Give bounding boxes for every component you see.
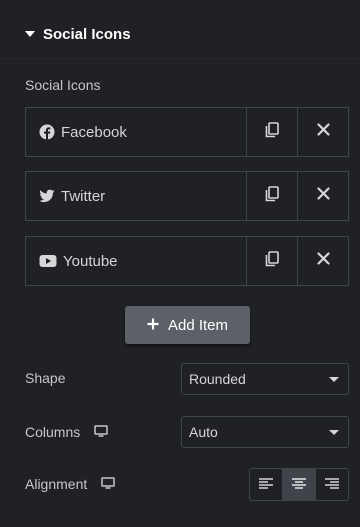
repeater-item-label: Twitter xyxy=(61,187,106,205)
section-toggle-social-icons[interactable]: Social Icons xyxy=(25,24,131,44)
shape-label: Shape xyxy=(25,370,66,386)
close-icon xyxy=(316,123,330,141)
repeater-item-youtube: Youtube xyxy=(25,236,349,286)
copy-icon xyxy=(265,185,279,207)
add-item-button[interactable]: Add Item xyxy=(125,306,250,344)
close-icon xyxy=(316,252,330,270)
columns-label-row: Columns xyxy=(25,424,108,440)
columns-select[interactable]: Auto xyxy=(181,416,349,448)
remove-button[interactable] xyxy=(297,237,348,285)
repeater-item-label: Youtube xyxy=(63,252,118,270)
remove-button[interactable] xyxy=(297,108,348,156)
chevron-down-icon xyxy=(329,430,339,435)
align-center-icon xyxy=(292,476,306,494)
columns-select-value: Auto xyxy=(189,424,218,440)
align-left-button[interactable] xyxy=(250,469,282,500)
desktop-icon[interactable] xyxy=(101,476,116,492)
copy-icon xyxy=(265,250,279,272)
caret-down-icon xyxy=(25,31,35,37)
repeater-item-label: Facebook xyxy=(61,123,127,141)
facebook-icon xyxy=(39,124,55,140)
alignment-label-row: Alignment xyxy=(25,476,116,492)
repeater-item-title[interactable]: Youtube xyxy=(26,237,246,285)
duplicate-button[interactable] xyxy=(246,172,297,220)
repeater-label: Social Icons xyxy=(25,77,101,93)
shape-select[interactable]: Rounded xyxy=(181,363,349,395)
twitter-icon xyxy=(39,189,55,203)
repeater-item-title[interactable]: Facebook xyxy=(26,108,246,156)
add-item-label: Add Item xyxy=(167,316,229,334)
section-title: Social Icons xyxy=(43,25,131,43)
repeater-item-twitter: Twitter xyxy=(25,171,349,221)
desktop-icon[interactable] xyxy=(94,424,108,440)
shape-label-row: Shape xyxy=(25,370,65,386)
align-left-icon xyxy=(259,476,273,494)
plus-icon xyxy=(147,317,159,334)
alignment-choices xyxy=(249,468,349,501)
alignment-label: Alignment xyxy=(25,476,88,492)
editor-panel: Social Icons Social Icons Facebook Twitt… xyxy=(0,0,360,527)
repeater-item-title[interactable]: Twitter xyxy=(26,172,246,220)
columns-label: Columns xyxy=(25,424,81,440)
repeater-item-facebook: Facebook xyxy=(25,107,349,157)
duplicate-button[interactable] xyxy=(246,108,297,156)
align-right-icon xyxy=(325,476,339,494)
align-center-button[interactable] xyxy=(282,469,315,500)
remove-button[interactable] xyxy=(297,172,348,220)
align-right-button[interactable] xyxy=(315,469,348,500)
section-divider xyxy=(0,58,360,59)
youtube-icon xyxy=(39,254,57,268)
shape-select-value: Rounded xyxy=(189,371,246,387)
close-icon xyxy=(316,187,330,205)
duplicate-button[interactable] xyxy=(246,237,297,285)
copy-icon xyxy=(265,121,279,143)
chevron-down-icon xyxy=(329,377,339,382)
